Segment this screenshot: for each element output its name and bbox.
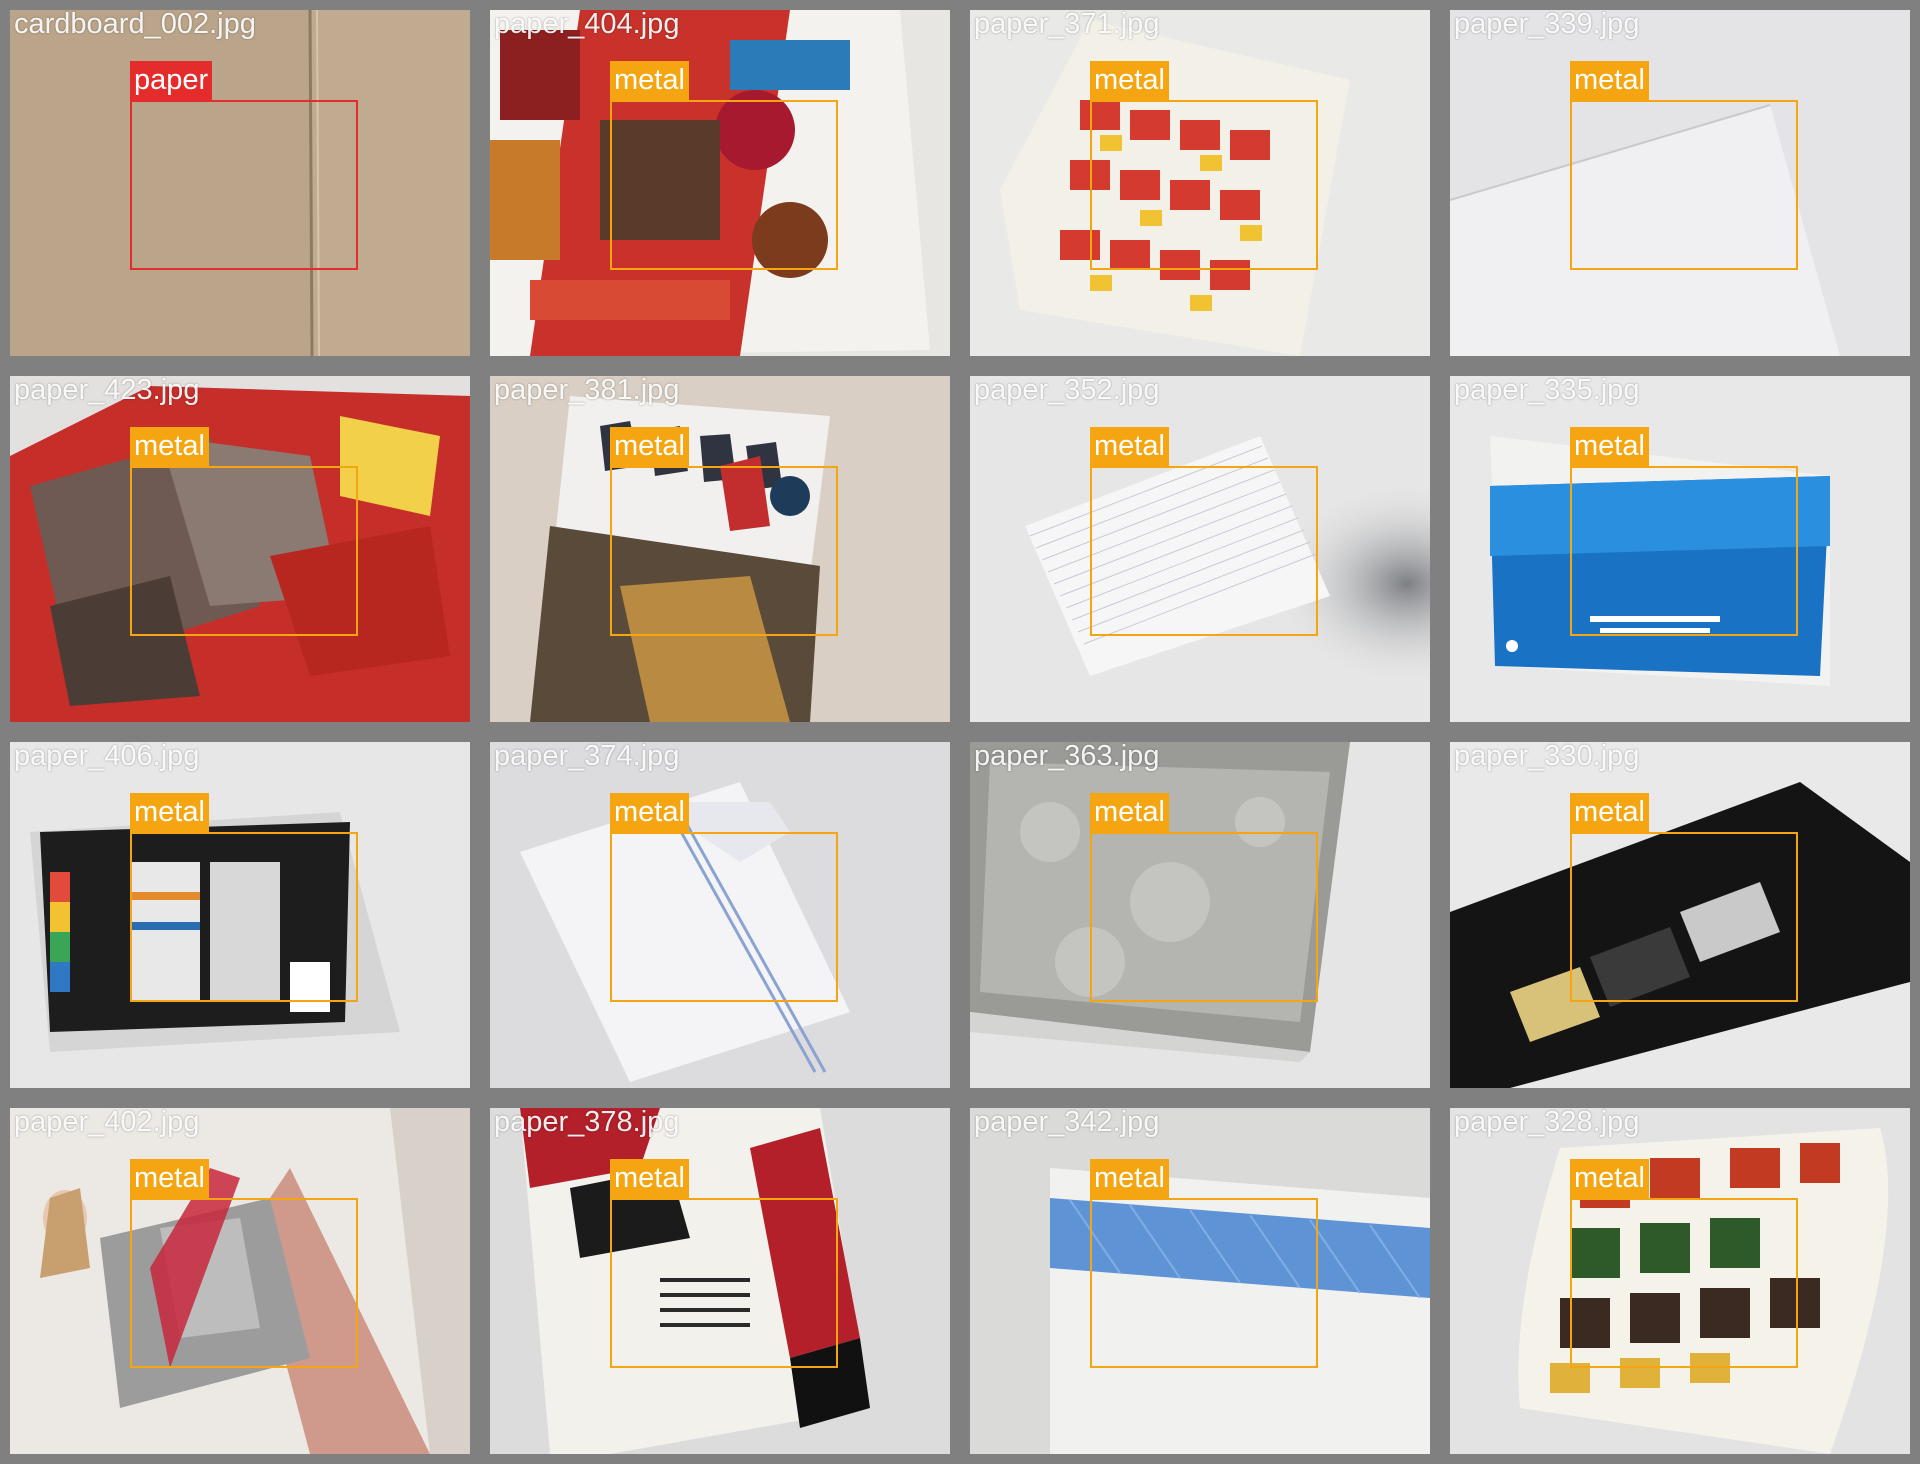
image-tile: paper cardboard_002.jpg xyxy=(10,10,470,356)
class-label: metal xyxy=(1090,1159,1169,1198)
class-label: metal xyxy=(130,1159,209,1198)
image-filename: cardboard_002.jpg xyxy=(14,10,256,40)
image-filename: paper_378.jpg xyxy=(494,1108,680,1138)
class-label: metal xyxy=(1570,1159,1649,1198)
bounding-box xyxy=(130,832,358,1002)
class-label: metal xyxy=(1570,427,1649,466)
image-tile: metal paper_335.jpg xyxy=(1450,376,1910,722)
class-label: metal xyxy=(610,427,689,466)
class-label: paper xyxy=(130,61,213,100)
image-tile: metal paper_342.jpg xyxy=(970,1108,1430,1454)
image-tile: metal paper_423.jpg xyxy=(10,376,470,722)
bounding-box xyxy=(1570,100,1798,270)
bounding-box xyxy=(1090,466,1318,636)
image-tile: metal paper_402.jpg xyxy=(10,1108,470,1454)
image-filename: paper_381.jpg xyxy=(494,376,680,406)
bounding-box xyxy=(610,1198,838,1368)
bounding-box xyxy=(1090,832,1318,1002)
class-label: metal xyxy=(610,61,689,100)
bounding-box xyxy=(130,466,358,636)
image-filename: paper_371.jpg xyxy=(974,10,1160,40)
image-tile: metal paper_339.jpg xyxy=(1450,10,1910,356)
bounding-box xyxy=(1570,1198,1798,1368)
image-filename: paper_404.jpg xyxy=(494,10,680,40)
image-filename: paper_423.jpg xyxy=(14,376,200,406)
class-label: metal xyxy=(1090,427,1169,466)
image-tile: metal paper_330.jpg xyxy=(1450,742,1910,1088)
image-tile: metal paper_328.jpg xyxy=(1450,1108,1910,1454)
class-label: metal xyxy=(1570,61,1649,100)
image-tile: metal paper_406.jpg xyxy=(10,742,470,1088)
class-label: metal xyxy=(1090,793,1169,832)
bounding-box xyxy=(130,1198,358,1368)
image-tile: metal paper_374.jpg xyxy=(490,742,950,1088)
bounding-box xyxy=(130,100,358,270)
image-filename: paper_402.jpg xyxy=(14,1108,200,1138)
image-filename: paper_328.jpg xyxy=(1454,1108,1640,1138)
bounding-box xyxy=(610,466,838,636)
image-tile: metal paper_363.jpg xyxy=(970,742,1430,1088)
class-label: metal xyxy=(130,793,209,832)
bounding-box xyxy=(610,832,838,1002)
image-filename: paper_352.jpg xyxy=(974,376,1160,406)
image-filename: paper_335.jpg xyxy=(1454,376,1640,406)
detection-grid: paper cardboard_002.jpg metal paper_404.… xyxy=(0,0,1920,1464)
class-label: metal xyxy=(1090,61,1169,100)
bounding-box xyxy=(610,100,838,270)
class-label: metal xyxy=(1570,793,1649,832)
class-label: metal xyxy=(610,1159,689,1198)
class-label: metal xyxy=(130,427,209,466)
class-label: metal xyxy=(610,793,689,832)
image-filename: paper_406.jpg xyxy=(14,742,200,772)
image-tile: metal paper_404.jpg xyxy=(490,10,950,356)
image-filename: paper_363.jpg xyxy=(974,742,1160,772)
bounding-box xyxy=(1090,100,1318,270)
image-tile: metal paper_371.jpg xyxy=(970,10,1430,356)
image-tile: metal paper_381.jpg xyxy=(490,376,950,722)
bounding-box xyxy=(1570,466,1798,636)
image-tile: metal paper_352.jpg xyxy=(970,376,1430,722)
image-filename: paper_330.jpg xyxy=(1454,742,1640,772)
bounding-box xyxy=(1090,1198,1318,1368)
image-filename: paper_339.jpg xyxy=(1454,10,1640,40)
bounding-box xyxy=(1570,832,1798,1002)
image-tile: metal paper_378.jpg xyxy=(490,1108,950,1454)
image-filename: paper_342.jpg xyxy=(974,1108,1160,1138)
image-filename: paper_374.jpg xyxy=(494,742,680,772)
